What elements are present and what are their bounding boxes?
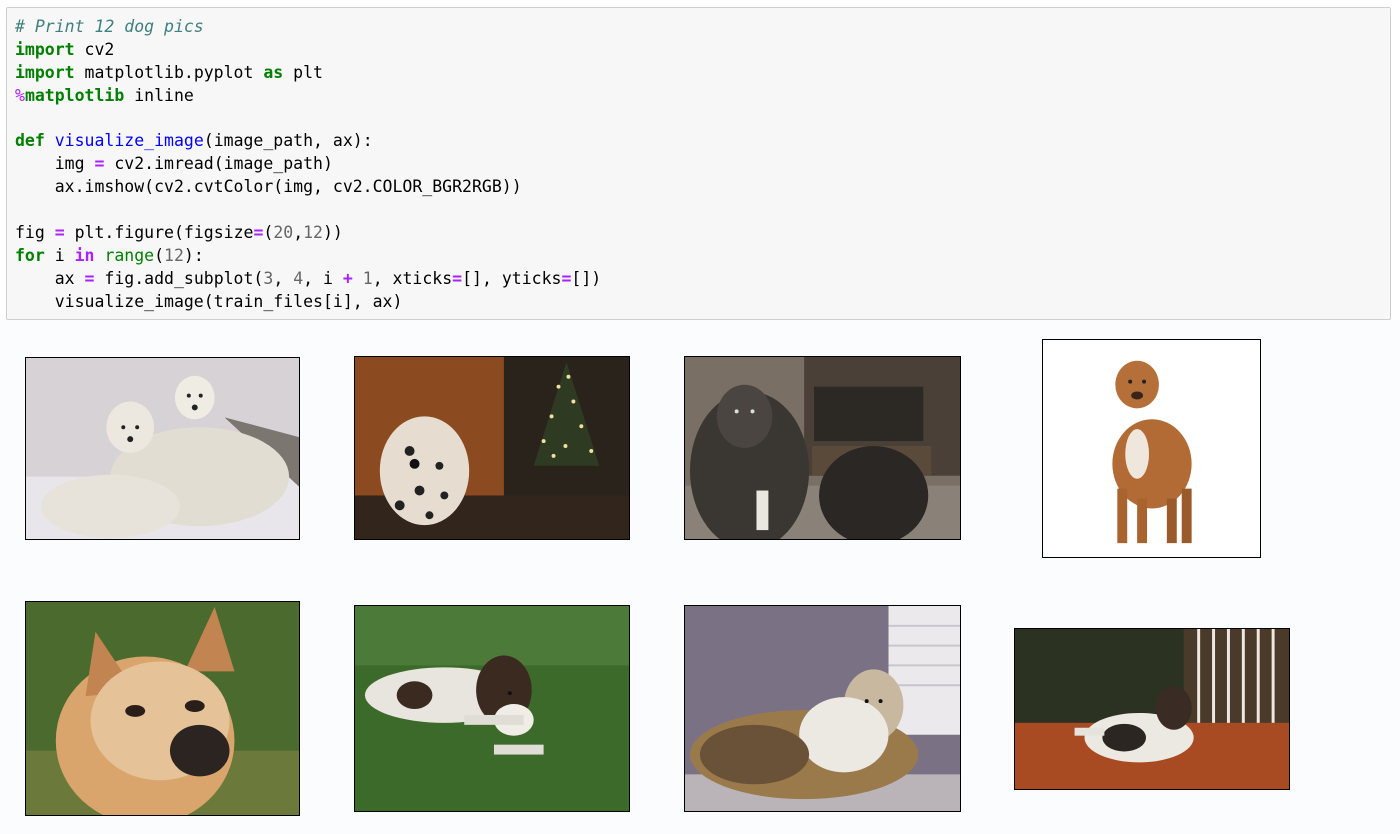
code-token: %	[15, 85, 25, 105]
code-token: in	[74, 245, 95, 265]
code-line: import matplotlib.pyplot as plt	[15, 62, 1390, 85]
code-line	[15, 108, 1390, 131]
code-token: =	[452, 268, 463, 288]
code-token: 12	[164, 245, 184, 265]
code-token: matplotlib	[24, 85, 125, 105]
code-cell[interactable]: # Print 12 dog pics import cv2 import matp…	[6, 7, 1391, 320]
code-token: 3	[263, 268, 274, 288]
code-token: ax.imshow(cv2.cvtColor(img, cv2.COLOR_BG…	[15, 177, 522, 197]
code-token: visualize_image	[54, 131, 204, 151]
code-token: visualize_image(train_files[i], ax)	[15, 291, 403, 311]
code-token: +	[342, 268, 353, 288]
code-token: for	[15, 245, 45, 265]
code-token: =	[561, 268, 572, 288]
code-token: (	[263, 223, 274, 243]
code-token: import	[15, 39, 75, 59]
code-token: 20	[273, 223, 294, 243]
dog-image-8	[1014, 628, 1290, 790]
code-line: visualize_image(train_files[i], ax)	[15, 291, 1390, 314]
code-token: cv2.imread(image_path)	[104, 154, 333, 174]
code-token: 1	[362, 268, 373, 288]
code-token: # Print 12 dog pics	[15, 17, 204, 36]
code-line: img = cv2.imread(image_path)	[15, 153, 1390, 176]
code-token: img	[15, 154, 95, 174]
code-token: range	[104, 245, 155, 265]
code-token: fig	[15, 223, 55, 243]
code-token: =	[253, 223, 264, 243]
code-token: plt	[283, 62, 323, 82]
code-token: 12	[303, 223, 323, 243]
code-token: fig.add_subplot(	[94, 268, 264, 288]
code-line: ax = fig.add_subplot(3, 4, i + 1, xticks…	[15, 268, 1390, 291]
dog-image-4	[1042, 339, 1261, 558]
code-line: for i in range(12):	[15, 245, 1390, 268]
code-line: fig = plt.figure(figsize=(20,12))	[15, 222, 1390, 245]
dog-image-1	[25, 357, 300, 540]
code-token: , xticks	[372, 268, 453, 288]
code-line: ax.imshow(cv2.cvtColor(img, cv2.COLOR_BG…	[15, 176, 1390, 199]
code-token: =	[54, 223, 65, 243]
code-token: ,	[293, 223, 304, 243]
dog-image-6	[354, 605, 630, 812]
code-token: def	[15, 131, 45, 151]
code-token: [], yticks	[462, 268, 562, 288]
code-token: cv2	[74, 39, 115, 59]
code-token: ,	[273, 268, 294, 288]
code-token: plt.figure(figsize	[64, 223, 254, 243]
code-token: inline	[124, 85, 194, 105]
dog-image-5	[25, 601, 300, 816]
code-token: =	[94, 154, 105, 174]
code-token: , i	[303, 268, 343, 288]
code-token: as	[263, 62, 284, 82]
code-token: =	[84, 268, 95, 288]
dog-image-3	[684, 356, 961, 540]
code-token: 4	[293, 268, 304, 288]
code-token: import	[15, 62, 75, 82]
code-token: [])	[571, 268, 602, 288]
dog-image-2	[354, 356, 630, 540]
code-token: (	[154, 245, 165, 265]
code-line: def visualize_image(image_path, ax):	[15, 130, 1390, 153]
code-token: ))	[323, 223, 343, 243]
code-token: ):	[183, 245, 204, 265]
code-token: ax	[15, 268, 85, 288]
output-area	[0, 320, 1400, 834]
code-line: import cv2	[15, 39, 1390, 62]
code-token: matplotlib.pyplot	[74, 62, 264, 82]
code-token: i	[44, 245, 75, 265]
dog-image-7	[684, 605, 961, 812]
code-token: (image_path, ax):	[203, 131, 373, 151]
code-line: %matplotlib inline	[15, 85, 1390, 108]
code-line	[15, 199, 1390, 222]
code-line: # Print 12 dog pics	[15, 16, 1390, 39]
